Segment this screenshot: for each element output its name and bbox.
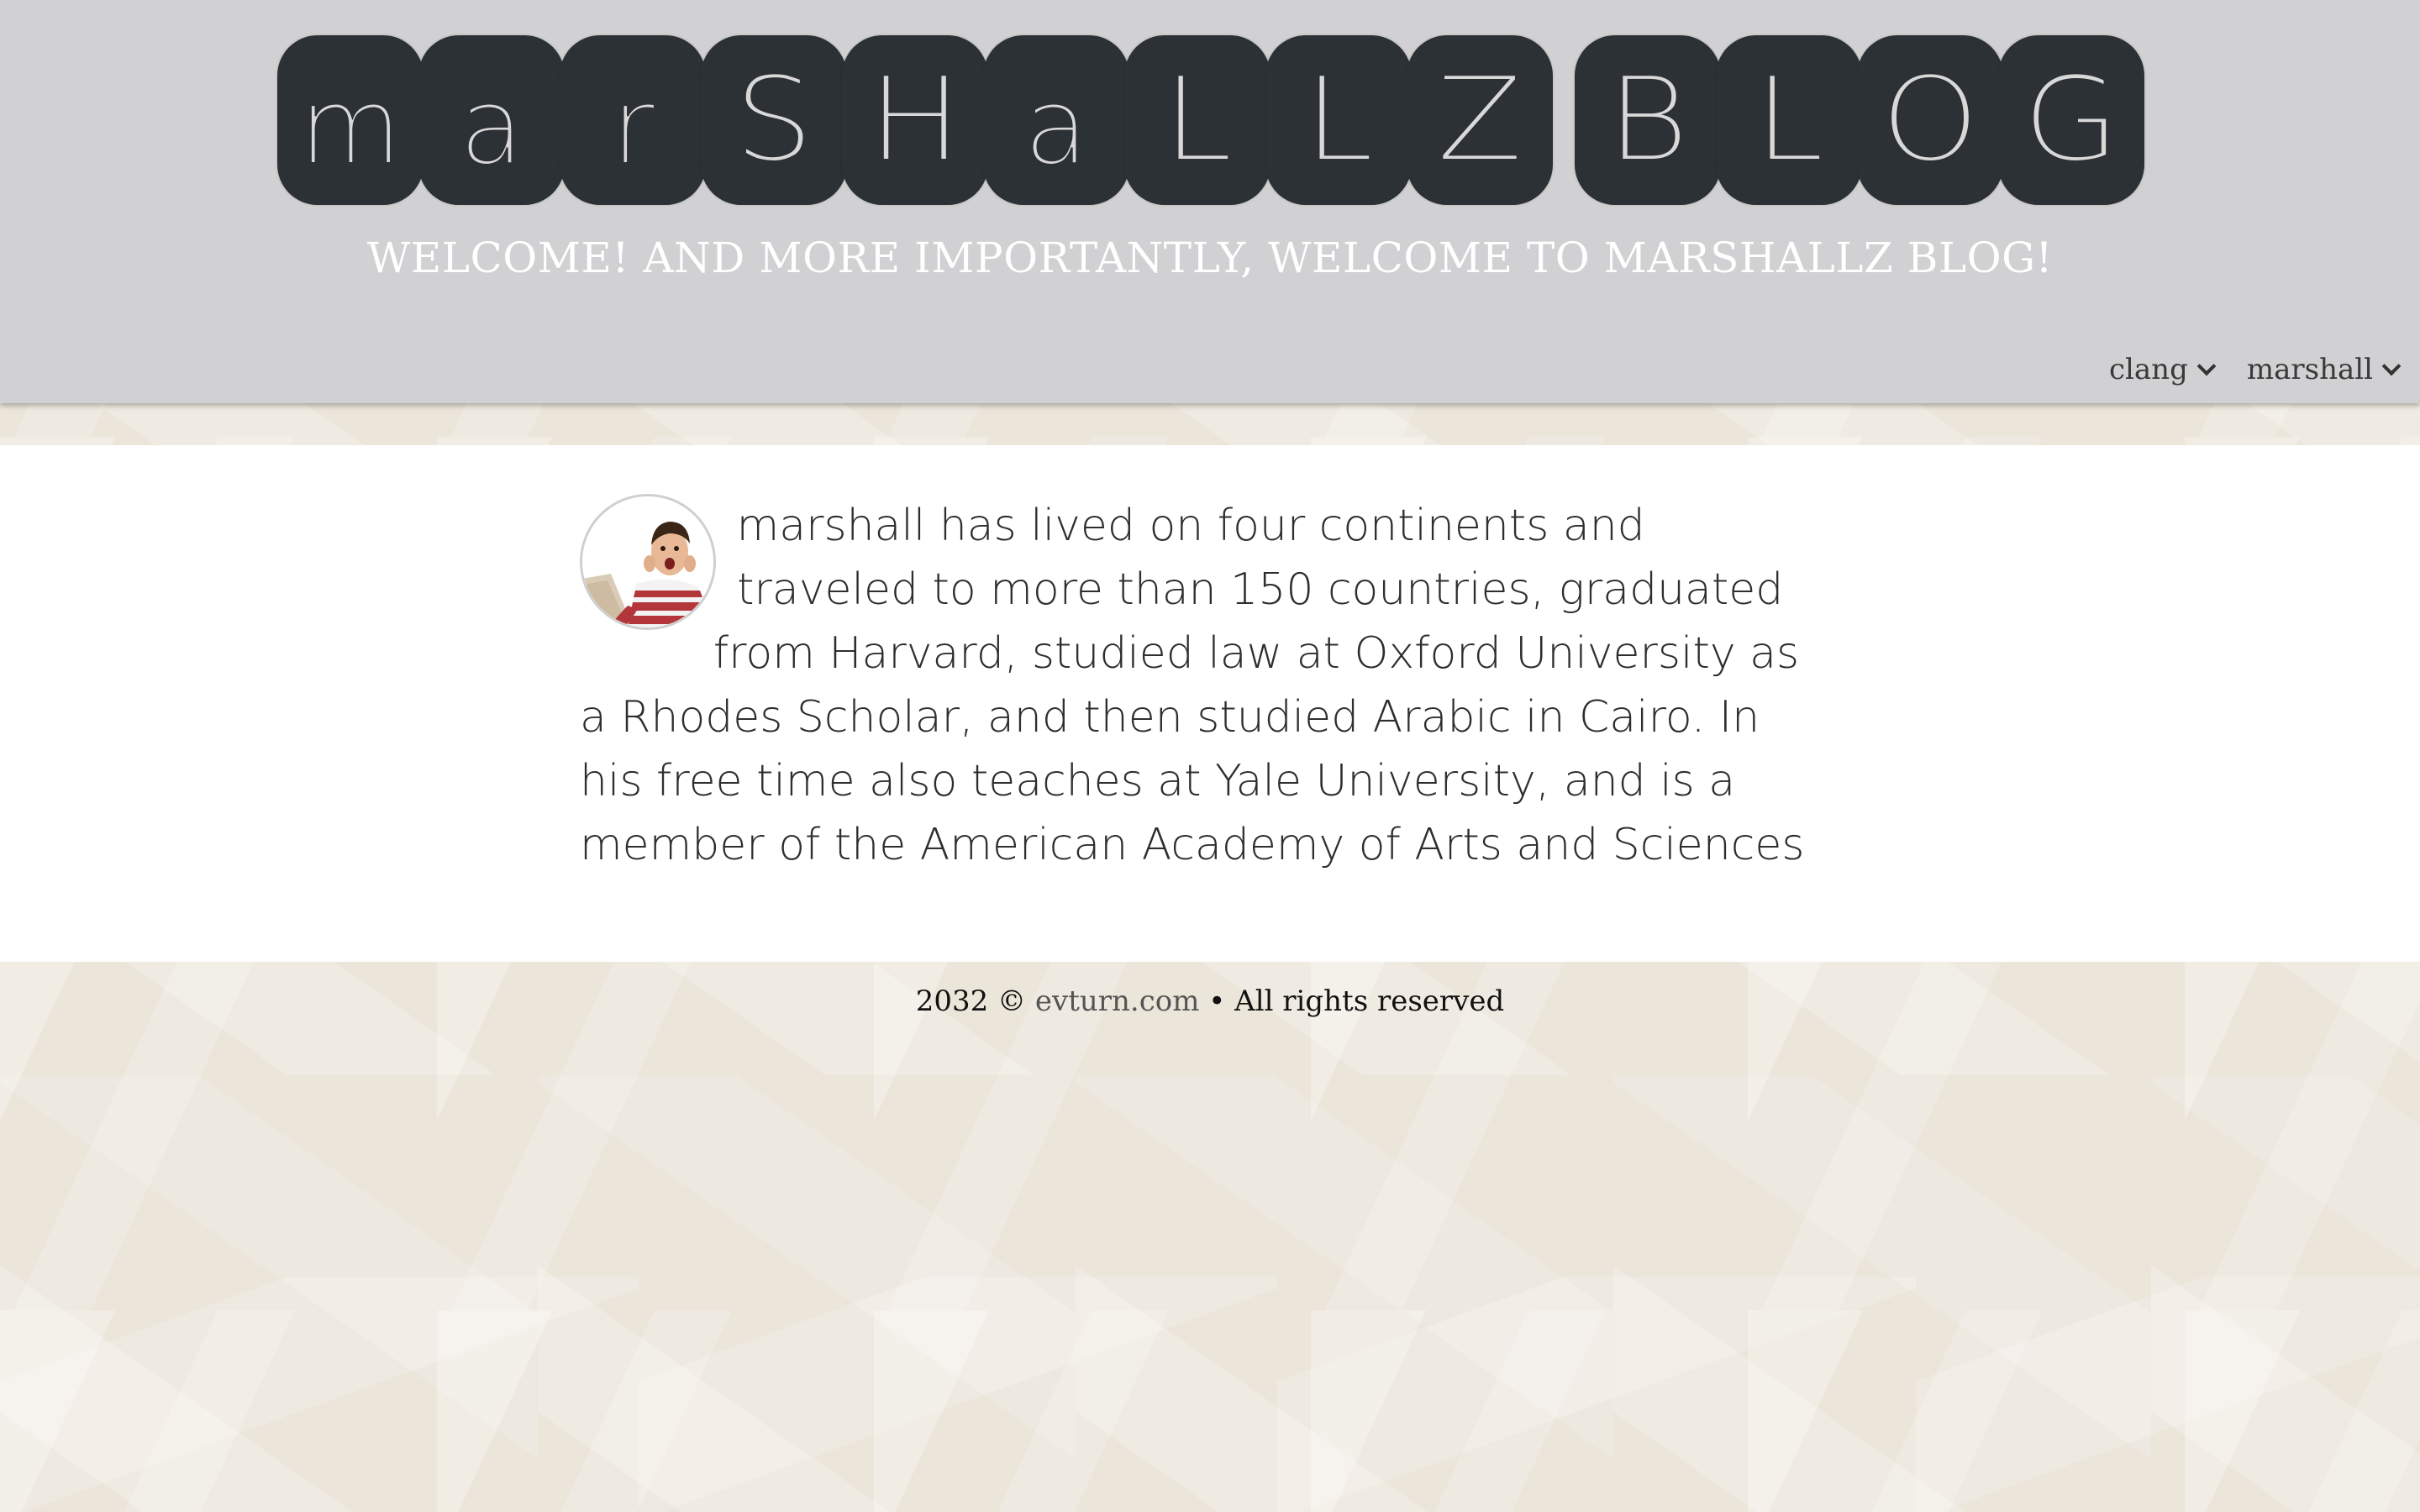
nav-item-marshall[interactable]: marshall bbox=[2246, 353, 2402, 386]
logo-letter: L bbox=[1753, 52, 1825, 188]
logo-letter: O bbox=[1880, 52, 1981, 188]
logo-tile: H bbox=[842, 35, 988, 205]
author-bio: marshall has lived on four continents an… bbox=[580, 494, 1823, 877]
logo-tile: G bbox=[1998, 35, 2144, 205]
logo-tile: a bbox=[983, 35, 1129, 205]
logo-letter: L bbox=[1302, 52, 1375, 188]
nav-item-label: clang bbox=[2109, 353, 2188, 386]
logo-tile: r bbox=[560, 35, 706, 205]
bio-text: marshall has lived on four continents an… bbox=[580, 501, 1805, 870]
logo-letter: a bbox=[458, 65, 524, 188]
logo-letter: Z bbox=[1436, 52, 1524, 188]
nav-item-clang[interactable]: clang bbox=[2109, 353, 2217, 386]
logo-letter: m bbox=[298, 65, 403, 188]
footer-site-link[interactable]: evturn.com bbox=[1035, 984, 1200, 1018]
logo-letter: L bbox=[1161, 52, 1234, 188]
site-tagline: WELCOME! AND MORE IMPORTANTLY, WELCOME T… bbox=[366, 234, 2054, 282]
logo-tile: L bbox=[1124, 35, 1270, 205]
main-content: marshall has lived on four continents an… bbox=[0, 445, 2420, 962]
site-footer: 2032 © evturn.com • All rights reserved bbox=[0, 984, 2420, 1018]
nav-item-label: marshall bbox=[2246, 353, 2373, 386]
logo-tile: L bbox=[1716, 35, 1862, 205]
copyright-prefix: 2032 © bbox=[915, 984, 1035, 1018]
logo-letter: a bbox=[1023, 65, 1089, 188]
logo-letter: S bbox=[733, 52, 814, 188]
logo-tile: a bbox=[418, 35, 565, 205]
logo-tile: B bbox=[1575, 35, 1721, 205]
avatar bbox=[580, 494, 716, 630]
logo-tile: L bbox=[1265, 35, 1412, 205]
copyright-suffix: • All rights reserved bbox=[1199, 984, 1505, 1018]
logo-word-blog: B L O G bbox=[1575, 35, 2144, 205]
logo-tile: S bbox=[701, 35, 847, 205]
top-nav: clang marshall bbox=[2075, 353, 2402, 386]
logo-letter: B bbox=[1606, 52, 1690, 188]
chevron-down-icon bbox=[2381, 356, 2402, 376]
avatar-image bbox=[582, 496, 713, 627]
logo-letter: H bbox=[867, 52, 964, 188]
logo-tile: O bbox=[1857, 35, 2003, 205]
logo-tile: Z bbox=[1407, 35, 1553, 205]
logo-tile: m bbox=[277, 35, 424, 205]
chevron-down-icon bbox=[2196, 356, 2217, 376]
logo-letter: G bbox=[2022, 52, 2121, 188]
site-logo[interactable]: m a r S H a L L Z B L O G bbox=[277, 35, 2144, 205]
site-header: m a r S H a L L Z B L O G WELCOME! AND M… bbox=[0, 0, 2420, 403]
logo-word-marshallz: m a r S H a L L Z bbox=[277, 35, 1553, 205]
logo-letter: r bbox=[610, 65, 655, 188]
